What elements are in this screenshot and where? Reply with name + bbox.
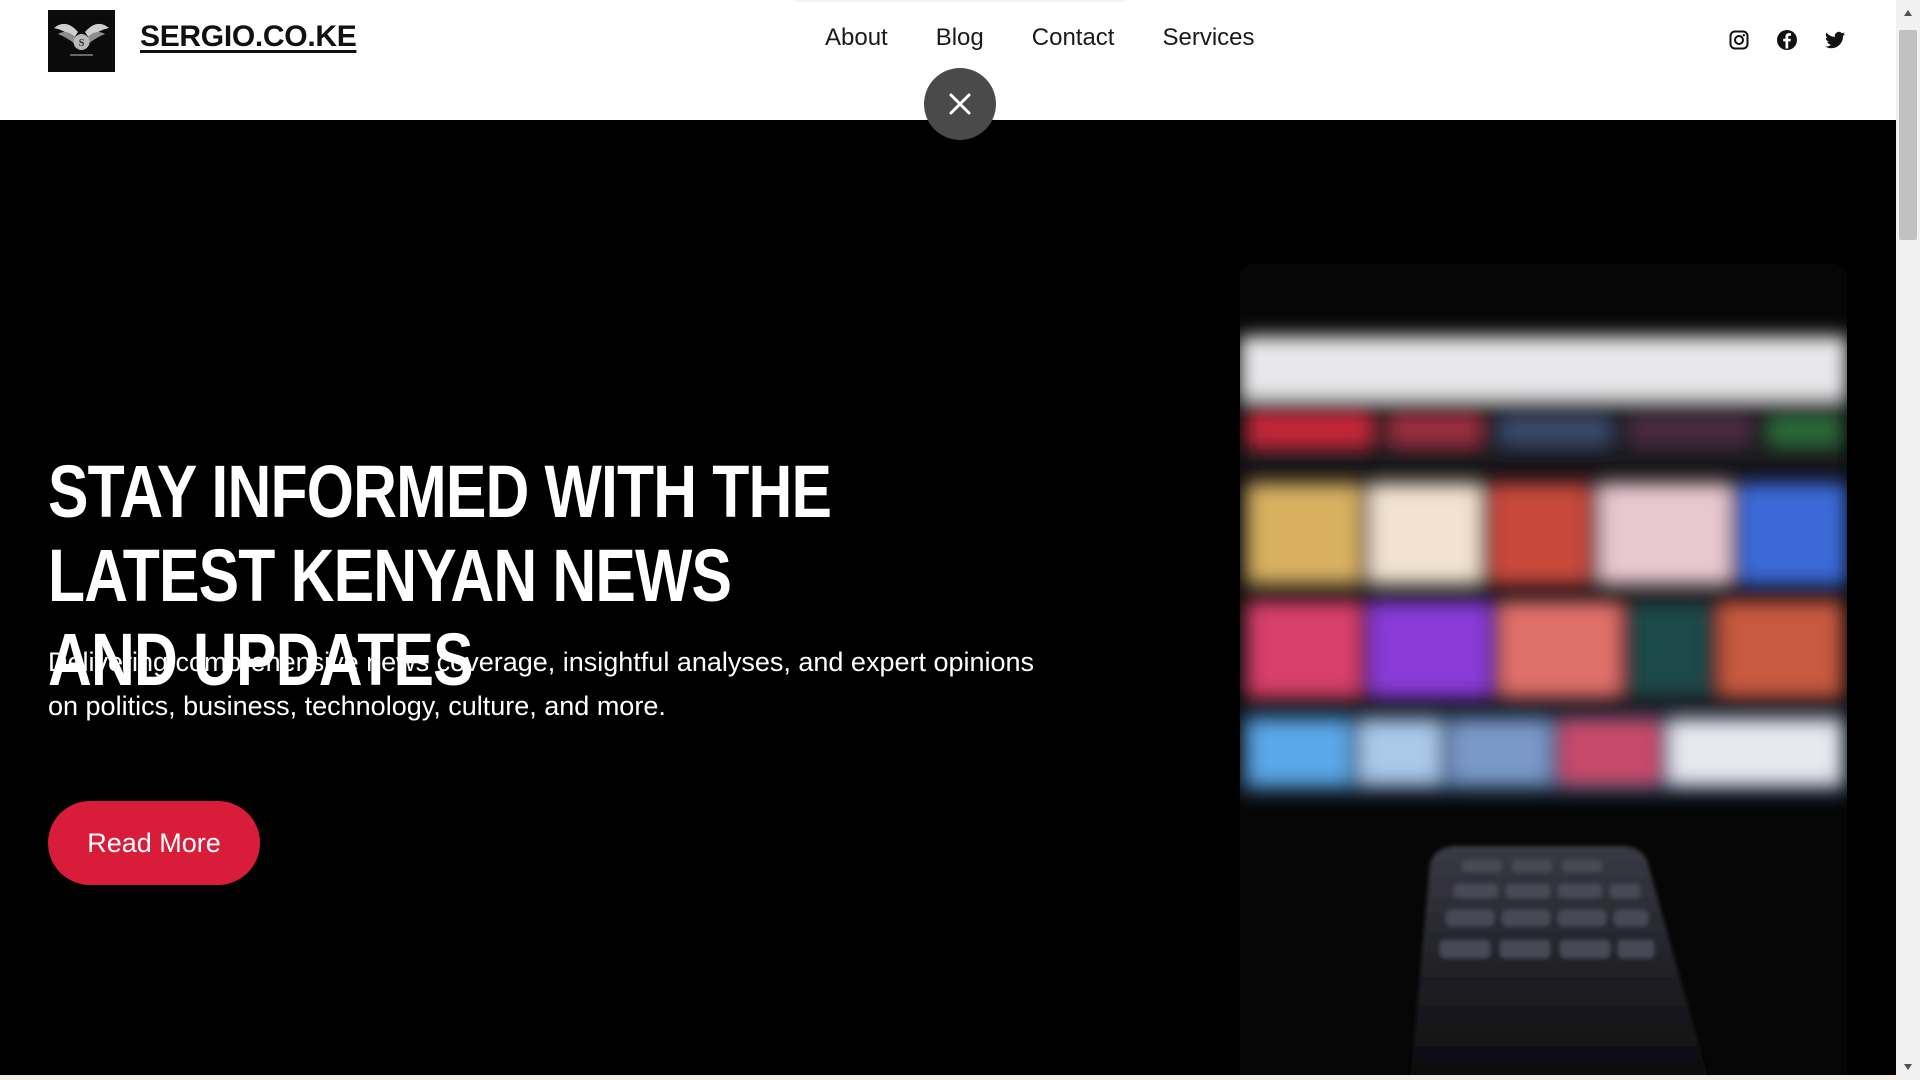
read-more-button[interactable]: Read More: [48, 801, 260, 885]
nav-item-services[interactable]: Services: [1162, 24, 1254, 52]
nav-item-contact[interactable]: Contact: [1032, 24, 1115, 52]
scroll-up-arrow-icon[interactable]: [1896, 4, 1920, 22]
svg-text:S: S: [79, 38, 85, 49]
site-title-link[interactable]: SERGIO.CO.KE: [140, 20, 357, 54]
main-nav: About Blog Contact Services: [825, 24, 1303, 52]
page-bottom-strip: [0, 1075, 1896, 1080]
instagram-icon[interactable]: [1727, 28, 1751, 52]
twitter-icon[interactable]: [1823, 28, 1847, 52]
hero-description: Delivering comprehensive news coverage, …: [48, 647, 1035, 721]
close-icon: [949, 93, 971, 115]
page: S SERGIO.CO.KE About Blog Contact Servic…: [0, 0, 1920, 1080]
scrollbar-thumb[interactable]: [1899, 30, 1917, 240]
logo-emblem-icon: S: [48, 10, 115, 72]
nav-item-about[interactable]: About: [825, 24, 888, 52]
scroll-down-arrow-icon[interactable]: [1896, 1058, 1920, 1076]
facebook-icon[interactable]: [1775, 28, 1799, 52]
vertical-scrollbar[interactable]: [1896, 0, 1920, 1080]
hero-image-tv-remote: [1240, 264, 1847, 1080]
site-logo[interactable]: S: [48, 10, 115, 72]
nav-item-blog[interactable]: Blog: [936, 24, 984, 52]
close-button[interactable]: [924, 68, 996, 140]
nav-shadow: [795, 0, 1125, 3]
hero-section: STAY INFORMED WITH THE LATEST KENYAN NEW…: [0, 120, 1896, 1080]
